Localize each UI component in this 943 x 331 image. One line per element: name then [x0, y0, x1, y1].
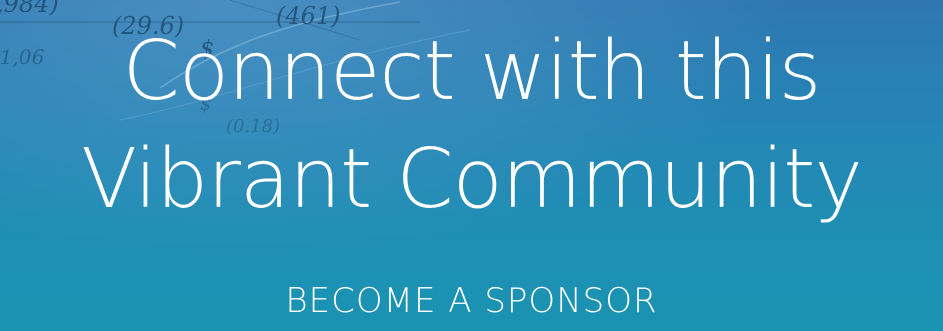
become-sponsor-button[interactable]: BECOME A SPONSOR	[0, 279, 943, 323]
hero-banner: ,984) (29.6) (461) (1,06 $ $ (0.18) Conn…	[0, 0, 943, 331]
headline-line-2: Vibrant Community	[81, 132, 863, 227]
headline-line-1: Connect with this	[122, 24, 822, 119]
figure-text: ,984)	[0, 0, 59, 18]
hero-headline: Connect with this Vibrant Community	[0, 18, 943, 234]
